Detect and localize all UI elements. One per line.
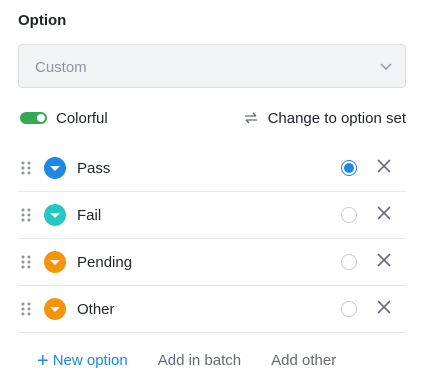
close-icon[interactable]	[376, 205, 392, 221]
option-color-picker[interactable]	[44, 251, 66, 273]
drag-handle-icon[interactable]	[21, 161, 31, 175]
option-footer: + New option Add in batch Add other	[37, 349, 336, 372]
default-option-radio[interactable]	[341, 160, 357, 176]
add-in-batch-button[interactable]: Add in batch	[158, 352, 241, 369]
toggle-knob	[37, 114, 45, 122]
plus-icon: +	[37, 349, 49, 372]
swap-arrows-icon	[244, 112, 257, 124]
option-row: Fail	[18, 192, 406, 239]
option-type-select[interactable]: Custom	[18, 44, 406, 88]
drag-handle-icon[interactable]	[21, 255, 31, 269]
close-icon[interactable]	[376, 158, 392, 174]
option-color-picker[interactable]	[44, 298, 66, 320]
default-option-radio[interactable]	[341, 301, 357, 317]
caret-down-icon	[50, 166, 60, 171]
option-color-picker[interactable]	[44, 204, 66, 226]
option-color-picker[interactable]	[44, 157, 66, 179]
caret-down-icon	[50, 260, 60, 265]
option-name[interactable]: Other	[77, 301, 115, 318]
option-row: Pending	[18, 239, 406, 286]
option-type-value: Custom	[35, 59, 87, 76]
option-name[interactable]: Fail	[77, 207, 101, 224]
option-name[interactable]: Pass	[77, 160, 110, 177]
default-option-radio[interactable]	[341, 254, 357, 270]
caret-down-icon	[50, 307, 60, 312]
close-icon[interactable]	[376, 299, 392, 315]
option-row: Other	[18, 286, 406, 333]
change-to-option-set-label: Change to option set	[267, 109, 406, 127]
change-to-option-set-button[interactable]: Change to option set	[242, 109, 406, 127]
colorful-label: Colorful	[56, 110, 108, 127]
caret-down-icon	[50, 213, 60, 218]
option-row: Pass	[18, 145, 406, 192]
new-option-button[interactable]: New option	[53, 352, 128, 369]
chevron-down-icon	[380, 63, 392, 70]
drag-handle-icon[interactable]	[21, 208, 31, 222]
drag-handle-icon[interactable]	[21, 302, 31, 316]
section-title: Option	[18, 12, 67, 29]
close-icon[interactable]	[376, 252, 392, 268]
colorful-toggle[interactable]	[20, 112, 47, 124]
option-name[interactable]: Pending	[77, 254, 132, 271]
add-other-button[interactable]: Add other	[271, 352, 336, 369]
default-option-radio[interactable]	[341, 207, 357, 223]
